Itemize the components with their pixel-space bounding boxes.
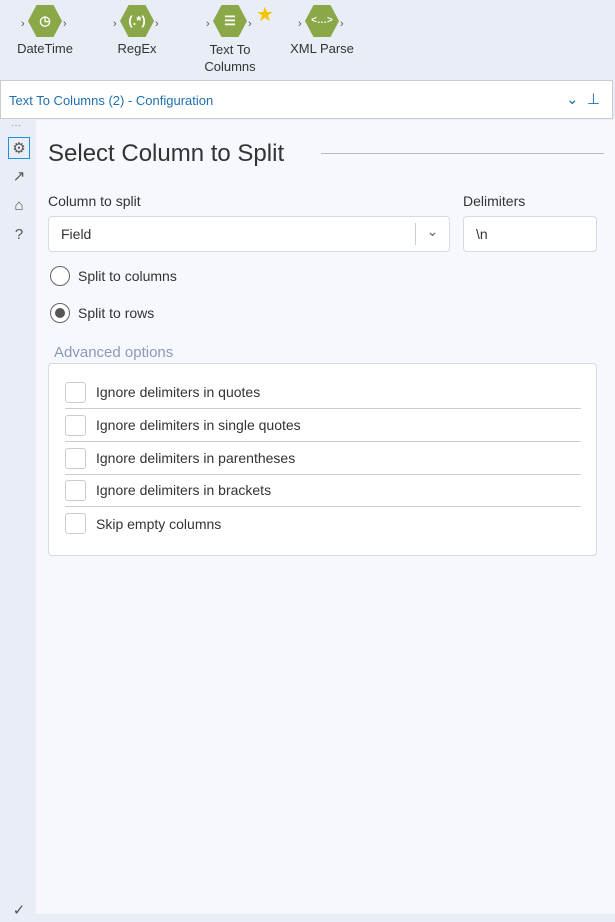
tool-datetime[interactable]: › ◷ › DateTime (5, 4, 85, 56)
divider (321, 153, 604, 154)
checkbox-ignore-brackets[interactable]: Ignore delimiters in brackets (65, 474, 581, 507)
checkbox-label: Ignore delimiters in parentheses (96, 450, 296, 466)
chevron-down-icon[interactable]: ⌄ (415, 223, 449, 245)
favorite-star-icon[interactable]: ★ (256, 2, 274, 27)
xml-parse-icon: <…> (305, 5, 339, 37)
config-panel: Select Column to Split Column to split F… (36, 120, 615, 914)
advanced-options-box: Ignore delimiters in quotes Ignore delim… (48, 363, 597, 556)
tool-label: Text To Columns (204, 42, 256, 74)
checkbox-label: Ignore delimiters in single quotes (96, 417, 301, 433)
tag-icon[interactable]: ⌂ (8, 195, 30, 217)
regex-icon: (.*) (120, 5, 154, 37)
text-to-columns-icon: ☰ (213, 5, 247, 37)
tool-regex[interactable]: › (.*) › RegEx (97, 4, 177, 56)
chevron-down-icon[interactable]: ⌄ (566, 91, 579, 108)
datetime-icon: ◷ (28, 5, 62, 37)
gear-icon[interactable]: ⚙ (8, 137, 30, 159)
delimiters-input[interactable]: \n (463, 216, 597, 252)
side-panel: ··· ⚙ ↗ ⌂ ? ✓ (0, 120, 36, 919)
section-title: Select Column to Split (48, 140, 285, 167)
radio-split-to-columns[interactable]: Split to columns (50, 266, 177, 286)
column-label: Column to split (48, 193, 141, 209)
checkbox-ignore-single-quotes[interactable]: Ignore delimiters in single quotes (65, 409, 581, 442)
radio-label: Split to columns (78, 268, 177, 284)
checkbox-ignore-quotes[interactable]: Ignore delimiters in quotes (65, 376, 581, 409)
checkbox-skip-empty[interactable]: Skip empty columns (65, 507, 581, 540)
checkbox-label: Skip empty columns (96, 515, 222, 532)
more-icon[interactable]: ··· (11, 120, 21, 131)
config-title: Text To Columns (2) - Configuration (9, 93, 214, 108)
config-header: Text To Columns (2) - Configuration ⌄ ⊥ (0, 80, 613, 119)
radio-split-to-rows[interactable]: Split to rows (50, 303, 154, 323)
tool-xml-parse[interactable]: › <…> › XML Parse (282, 4, 362, 56)
checkbox-label: Ignore delimiters in brackets (96, 482, 272, 498)
help-icon[interactable]: ? (8, 224, 30, 246)
column-select[interactable]: Field ⌄ (48, 216, 450, 252)
tool-label: XML Parse (290, 41, 354, 56)
advanced-options-label: Advanced options (54, 344, 174, 361)
tool-label: DateTime (17, 41, 73, 56)
connection-icon[interactable]: ↗ (8, 166, 30, 188)
checkbox-label: Ignore delimiters in quotes (96, 384, 261, 400)
check-icon[interactable]: ✓ (8, 900, 30, 922)
tool-label: RegEx (117, 41, 157, 56)
checkbox-ignore-parentheses[interactable]: Ignore delimiters in parentheses (65, 442, 581, 475)
delimiters-label: Delimiters (463, 193, 526, 209)
pin-icon[interactable]: ⊥ (587, 91, 600, 108)
tool-palette: › ◷ › DateTime › (.*) › RegEx › ☰ › Text To Colum… (0, 0, 615, 80)
column-value: Field (61, 226, 92, 242)
radio-label: Split to rows (78, 305, 155, 321)
